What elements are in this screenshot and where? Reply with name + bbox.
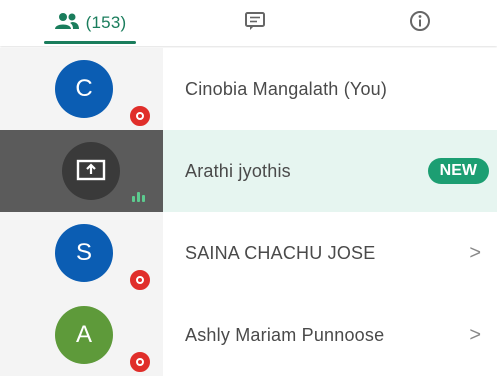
participant-info: Arathi jyothis NEW [163,130,497,212]
chevron-right-icon[interactable]: > [469,294,481,376]
participant-name: Cinobia Mangalath (You) [185,78,388,99]
participant-list: C Cinobia Mangalath (You) Arathi jyothis… [0,48,497,381]
participant-row[interactable]: S SAINA CHACHU JOSE > [0,212,497,294]
tab-bar: (153) [0,0,497,46]
participant-name: Arathi jyothis [185,160,291,181]
tab-info[interactable] [395,0,445,46]
mic-muted-badge [128,104,152,128]
chat-icon [244,11,266,36]
mic-muted-badge [128,350,152,374]
mic-muted-badge [128,268,152,292]
avatar-initial: C [75,75,93,102]
participant-info: Ashly Mariam Punnoose > [163,294,497,376]
speaking-icon [132,192,145,202]
participant-name: SAINA CHACHU JOSE [185,242,376,263]
avatar-cell [0,130,163,212]
tab-participants[interactable]: (153) [40,0,140,46]
new-badge: NEW [427,158,489,184]
avatar-cell: A [0,294,163,376]
chevron-right-icon[interactable]: > [469,212,481,294]
avatar-initial: S [75,239,92,266]
participant-name: Ashly Mariam Punnoose [185,324,385,345]
avatar-cell: C [0,48,163,130]
participant-count: (153) [85,13,127,32]
avatar-cell: S [0,212,163,294]
screen-share-icon [62,142,120,200]
participant-row[interactable]: A Ashly Mariam Punnoose > [0,294,497,376]
avatar-initial: A [75,321,92,348]
people-icon [54,12,80,35]
participant-row[interactable]: C Cinobia Mangalath (You) [0,48,497,130]
participant-info: SAINA CHACHU JOSE > [163,212,497,294]
participant-row[interactable]: Arathi jyothis NEW [0,130,497,212]
avatar: A [55,306,113,364]
avatar: S [55,224,113,282]
avatar: C [55,60,113,118]
info-icon [409,10,431,37]
tab-chat[interactable] [230,0,280,46]
participant-info: Cinobia Mangalath (You) [163,48,497,130]
